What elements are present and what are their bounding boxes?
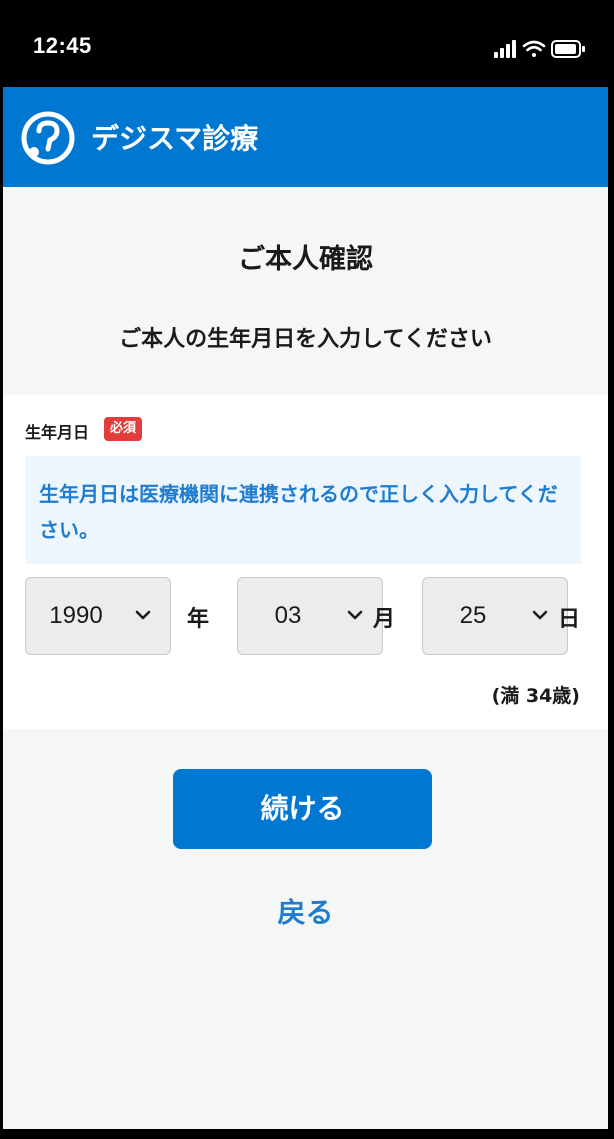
app-logo-icon bbox=[21, 111, 75, 165]
info-note: 生年月日は医療機関に連携されるので正しく入力してください。 bbox=[25, 456, 581, 564]
birthdate-form: 生年月日 必須 生年月日は医療機関に連携されるので正しく入力してください。 19… bbox=[3, 395, 608, 729]
chevron-down-icon bbox=[347, 610, 363, 620]
year-select[interactable]: 1990 bbox=[25, 577, 171, 655]
info-note-text: 生年月日は医療機関に連携されるので正しく入力してください。 bbox=[39, 482, 558, 542]
instruction-text: ご本人の生年月日を入力してください bbox=[119, 327, 492, 352]
continue-button[interactable]: 続ける bbox=[173, 769, 432, 849]
battery-icon bbox=[551, 40, 585, 58]
day-value: 25 bbox=[459, 602, 487, 629]
year-unit: 年 bbox=[187, 607, 210, 632]
month-unit: 月 bbox=[373, 607, 396, 632]
page-title: ご本人確認 bbox=[238, 244, 373, 275]
year-value: 1990 bbox=[49, 602, 103, 629]
status-icons bbox=[494, 40, 585, 58]
chevron-down-icon bbox=[532, 610, 548, 620]
age-display: (満 34歳) bbox=[491, 685, 580, 707]
back-link[interactable]: 戻る bbox=[3, 891, 608, 931]
day-select[interactable]: 25 bbox=[422, 577, 568, 655]
status-bar: 12:45 bbox=[3, 3, 608, 87]
app-header: デジスマ診療 bbox=[3, 87, 608, 187]
chevron-down-icon bbox=[135, 610, 151, 620]
required-badge: 必須 bbox=[104, 417, 143, 441]
month-select[interactable]: 03 bbox=[237, 577, 383, 655]
phone-screen: 12:45 デジスマ診療 ご本人確認 ご本人の生年月日を入力してください 生年月… bbox=[3, 3, 608, 1129]
month-value: 03 bbox=[274, 602, 302, 629]
cellular-signal-icon bbox=[494, 40, 516, 58]
day-unit: 日 bbox=[558, 607, 581, 632]
wifi-icon bbox=[522, 40, 546, 57]
app-name: デジスマ診療 bbox=[91, 122, 259, 155]
intro-section: ご本人確認 ご本人の生年月日を入力してください bbox=[3, 187, 608, 395]
status-time: 12:45 bbox=[33, 33, 92, 58]
birthdate-label: 生年月日 bbox=[25, 423, 90, 442]
